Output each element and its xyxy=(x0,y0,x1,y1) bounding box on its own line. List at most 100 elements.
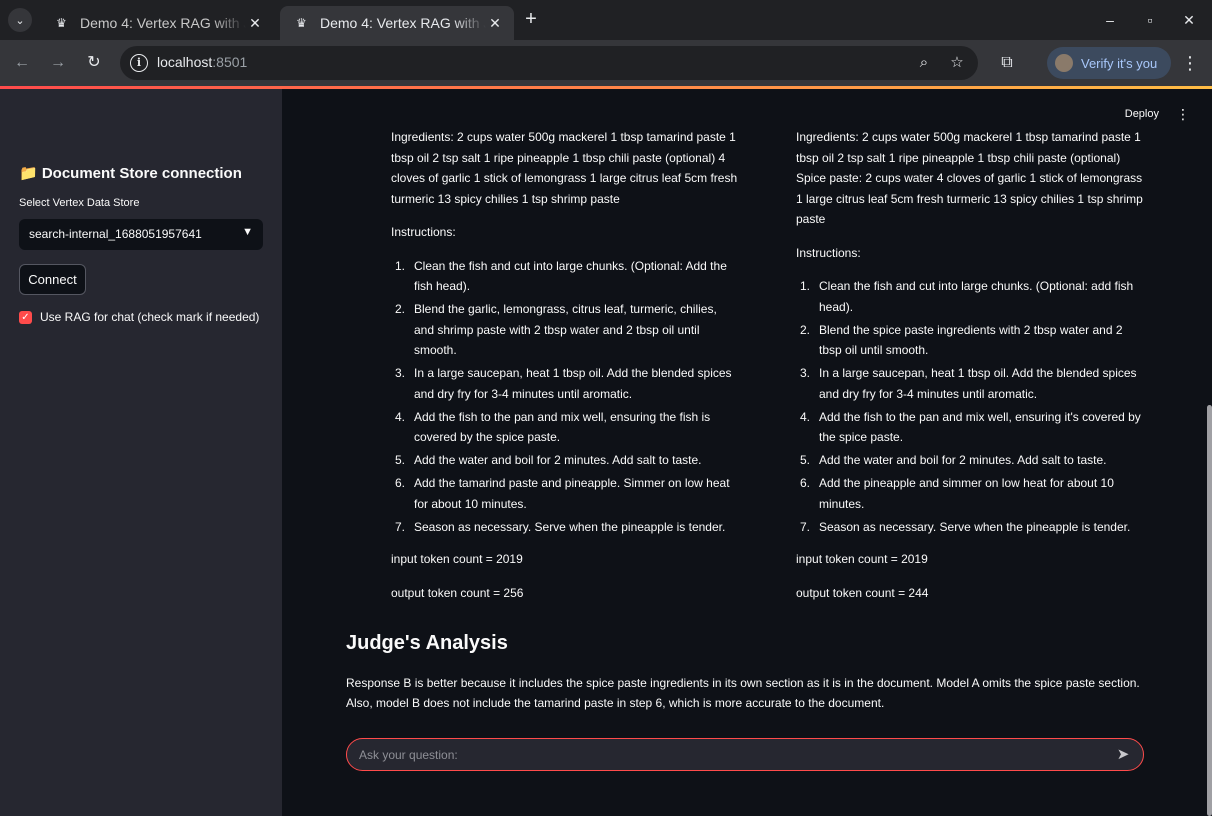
response-b-steps: 1. Clean the fish and cut into large chun… xyxy=(796,276,1144,537)
step-number: 4. xyxy=(395,409,406,424)
step-item: 4. Add the fish to the pan and mix well, … xyxy=(391,407,739,448)
step-number: 1. xyxy=(800,279,811,293)
step-number: 3. xyxy=(395,366,406,380)
response-a-instructions-label: Instructions: xyxy=(391,225,456,239)
data-store-select-value: search-internal_1688051957641 xyxy=(29,227,202,241)
main-scrollbar[interactable] xyxy=(1207,405,1212,816)
minimize-icon[interactable]: – xyxy=(1098,8,1122,32)
step-number: 5. xyxy=(800,453,811,467)
step-item: 1. Clean the fish and cut into large chun… xyxy=(796,276,1144,317)
tab-close-icon[interactable]: ✕ xyxy=(486,14,504,32)
sidebar-title: 📁 Document Store connection xyxy=(19,165,242,182)
step-number: 3. xyxy=(800,366,811,380)
tab-title: Demo 4: Vertex RAG with Judge xyxy=(320,15,486,31)
response-a-ingredients: Ingredients: 2 cups water 500g mackerel … xyxy=(391,130,738,206)
tab-close-icon[interactable]: ✕ xyxy=(246,14,264,32)
browser-tab-bar: ⌄ ♛ Demo 4: Vertex RAG with Judge ✕ ♛ De… xyxy=(0,0,1212,40)
judge-analysis-text: Response B is better because it includes… xyxy=(346,676,1140,710)
send-icon[interactable]: ➤ xyxy=(1113,745,1133,765)
window-close-icon[interactable]: ✕ xyxy=(1177,8,1201,32)
step-text: Add the fish to the pan and mix well, en… xyxy=(819,409,1141,445)
step-item: 1. Clean the fish and cut into large chun… xyxy=(391,256,739,297)
browser-tab-active[interactable]: ♛ Demo 4: Vertex RAG with Judge ✕ xyxy=(280,6,514,40)
step-text: Add the tamarind paste and pineapple. Si… xyxy=(414,476,730,511)
verify-identity-button[interactable]: Verify it's you xyxy=(1047,47,1171,79)
step-number: 7. xyxy=(800,519,811,534)
avatar xyxy=(1055,54,1073,72)
response-b-ingredients: Ingredients: 2 cups water 500g mackerel … xyxy=(796,130,1143,226)
step-text: Blend the garlic, lemongrass, citrus lea… xyxy=(414,302,717,357)
step-number: 5. xyxy=(395,453,406,467)
bookmark-star-icon[interactable]: ☆ xyxy=(945,51,969,75)
forward-arrow-icon[interactable]: → xyxy=(46,51,70,75)
reload-icon[interactable]: ↻ xyxy=(82,51,106,75)
step-text: Blend the spice paste ingredients with 2… xyxy=(819,322,1123,358)
browser-menu-icon[interactable]: ⋮ xyxy=(1180,51,1200,75)
url-port: :8501 xyxy=(212,54,248,70)
step-text: Add the pineapple and simmer on low heat… xyxy=(819,476,1114,511)
step-item: 6. Add the pineapple and simmer on low he… xyxy=(796,473,1144,514)
step-number: 6. xyxy=(395,476,406,490)
response-a-output-tokens: output token count = 256 xyxy=(391,585,524,600)
step-item: 2. Blend the spice paste ingredients with… xyxy=(796,320,1144,361)
step-number: 2. xyxy=(800,322,811,337)
response-b-input-tokens: input token count = 2019 xyxy=(796,552,928,566)
extensions-puzzle-icon[interactable]: ⧉ xyxy=(995,51,1019,75)
sidebar: 📁 Document Store connection Select Verte… xyxy=(0,89,282,816)
response-b-output-tokens: output token count = 244 xyxy=(796,585,929,600)
step-item: 3. In a large saucepan, heat 1 tbsp oil. … xyxy=(391,363,739,404)
step-item: 6. Add the tamarind paste and pineapple. … xyxy=(391,473,739,514)
connect-button[interactable]: Connect xyxy=(19,264,86,295)
streamlit-favicon-icon: ♛ xyxy=(296,16,307,30)
step-text: Season as necessary. Serve when the pine… xyxy=(414,519,726,534)
step-item: 2. Blend the garlic, lemongrass, citrus l… xyxy=(391,299,739,361)
chat-input-box[interactable]: ➤ xyxy=(346,738,1144,771)
response-a-input-tokens: input token count = 2019 xyxy=(391,552,523,566)
step-item: 5. Add the water and boil for 2 minutes. … xyxy=(796,450,1144,471)
zoom-icon[interactable]: ⌕ xyxy=(912,51,936,75)
url-host: localhost xyxy=(157,54,213,70)
address-bar[interactable]: i localhost:8501 ⌕ ☆ xyxy=(120,46,978,80)
tab-search-chevron-icon[interactable]: ⌄ xyxy=(8,8,32,32)
step-number: 7. xyxy=(395,519,406,534)
step-number: 1. xyxy=(395,258,406,273)
step-item: 7. Season as necessary. Serve when the pi… xyxy=(391,517,739,538)
back-arrow-icon[interactable]: ← xyxy=(10,51,34,75)
step-text: In a large saucepan, heat 1 tbsp oil. Ad… xyxy=(819,366,1137,401)
step-item: 7. Season as necessary. Serve when the pi… xyxy=(796,517,1144,538)
judge-heading: Judge's Analysis xyxy=(346,632,508,654)
main-menu-icon[interactable]: ⋮ xyxy=(1176,106,1190,123)
step-number: 2. xyxy=(395,302,406,316)
step-text: Add the water and boil for 2 minutes. Ad… xyxy=(819,453,1107,467)
response-a-steps: 1. Clean the fish and cut into large chun… xyxy=(391,256,739,538)
deploy-button[interactable]: Deploy xyxy=(1125,108,1159,120)
browser-tab[interactable]: ♛ Demo 4: Vertex RAG with Judge ✕ xyxy=(40,6,274,40)
data-store-select-label: Select Vertex Data Store xyxy=(19,197,140,209)
step-text: Add the fish to the pan and mix well, en… xyxy=(414,409,711,445)
data-store-select[interactable]: search-internal_1688051957641 ▼ xyxy=(19,219,263,250)
chat-input[interactable] xyxy=(359,746,1099,764)
use-rag-label: Use RAG for chat (check mark if needed) xyxy=(40,310,260,324)
chevron-down-icon: ▼ xyxy=(242,226,253,238)
step-item: 5. Add the water and boil for 2 minutes. … xyxy=(391,450,739,471)
step-text: Clean the fish and cut into large chunks… xyxy=(819,279,1134,314)
use-rag-checkbox[interactable]: ✓ Use RAG for chat (check mark if needed… xyxy=(19,310,259,324)
step-text: In a large saucepan, heat 1 tbsp oil. Ad… xyxy=(414,366,732,401)
new-tab-icon[interactable]: + xyxy=(520,8,542,30)
step-item: 3. In a large saucepan, heat 1 tbsp oil. … xyxy=(796,363,1144,404)
maximize-icon[interactable]: ▫ xyxy=(1138,8,1162,32)
step-text: Add the water and boil for 2 minutes. Ad… xyxy=(414,453,702,467)
browser-toolbar: ← → ↻ i localhost:8501 ⌕ ☆ ⧉ Verify it's… xyxy=(0,40,1212,86)
verify-label: Verify it's you xyxy=(1081,55,1158,71)
response-b-instructions-label: Instructions: xyxy=(796,245,861,260)
step-text: Season as necessary. Serve when the pine… xyxy=(819,519,1131,534)
site-info-icon[interactable]: i xyxy=(130,54,148,72)
step-item: 4. Add the fish to the pan and mix well, … xyxy=(796,407,1144,448)
checkbox-checked-icon[interactable]: ✓ xyxy=(19,310,32,324)
tab-title: Demo 4: Vertex RAG with Judge xyxy=(80,15,246,31)
response-a-column: Ingredients: 2 cups water 500g mackerel … xyxy=(391,127,739,616)
step-number: 6. xyxy=(800,476,811,490)
url-text[interactable]: localhost:8501 xyxy=(157,54,247,70)
step-text: Clean the fish and cut into large chunks… xyxy=(414,258,727,294)
main-content: Deploy ⋮ Ingredients: 2 cups water 500g … xyxy=(282,89,1212,816)
